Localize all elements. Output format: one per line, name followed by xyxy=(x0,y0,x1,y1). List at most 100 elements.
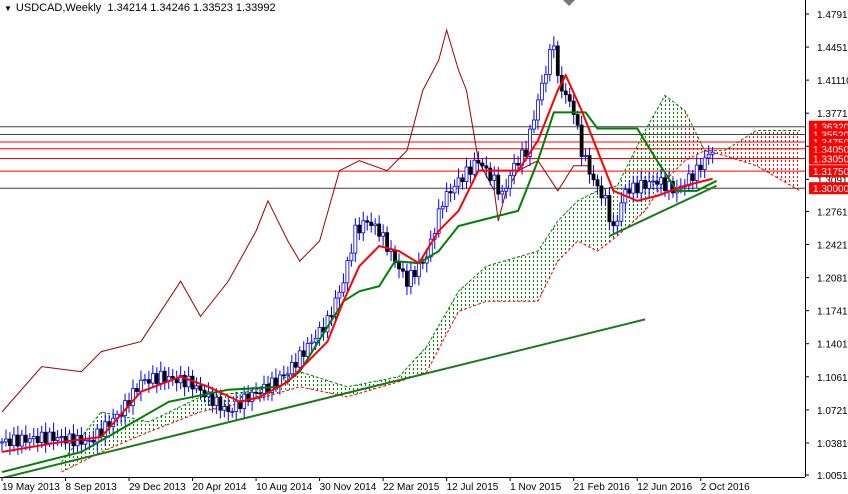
candle-body xyxy=(349,252,354,262)
price-tick-label: 1.41110 xyxy=(817,76,848,87)
candle-body xyxy=(55,436,60,441)
ichimoku-cloud-segment xyxy=(458,266,487,312)
candle-body xyxy=(289,362,294,375)
triangle-down-icon[interactable]: ▼ xyxy=(4,4,12,13)
time-tick-label: 1 Nov 2015 xyxy=(510,482,562,493)
candle-body xyxy=(47,431,52,444)
candle-body xyxy=(345,260,350,284)
candle-body xyxy=(690,173,695,181)
candle-body xyxy=(452,185,457,194)
candle-body xyxy=(194,385,199,390)
candle-body xyxy=(313,337,318,343)
candle-body xyxy=(702,157,707,171)
candle-body xyxy=(397,262,401,270)
time-tick-label: 12 Jun 2016 xyxy=(637,482,692,493)
candle-body xyxy=(27,438,32,443)
candle-body xyxy=(655,180,659,185)
candle-body xyxy=(547,49,552,75)
candle-body xyxy=(405,270,409,287)
candle-body xyxy=(222,406,227,411)
candle-body xyxy=(277,374,282,386)
plot-area xyxy=(0,28,805,477)
candle-body xyxy=(639,180,644,194)
candle-body xyxy=(146,379,151,384)
price-tick-label: 1.07210 xyxy=(817,406,848,417)
candle-body xyxy=(611,221,616,227)
candle-body xyxy=(59,436,64,438)
candle-body xyxy=(369,221,374,227)
price-tick-label: 1.10610 xyxy=(817,373,848,384)
time-tick-label: 2 Oct 2016 xyxy=(701,482,750,493)
candle-body xyxy=(190,375,195,390)
candle-body xyxy=(337,291,342,299)
candle-body xyxy=(373,223,378,227)
candle-body xyxy=(456,177,461,187)
candle-body xyxy=(460,177,465,182)
candle-body xyxy=(401,268,405,272)
candle-body xyxy=(635,182,640,194)
candle-body xyxy=(591,173,596,181)
candle-body xyxy=(91,439,96,443)
candle-body xyxy=(258,392,262,395)
candle-body xyxy=(480,162,485,167)
candle-body xyxy=(536,99,540,121)
level-price-label: 1.31750 xyxy=(813,167,848,178)
scroll-marker-icon xyxy=(563,0,575,6)
time-tick-label: 20 Apr 2014 xyxy=(193,482,247,493)
candle-body xyxy=(663,177,667,192)
candle-body xyxy=(39,431,44,443)
candle-body xyxy=(15,434,20,447)
price-tick-label: 1.20810 xyxy=(817,274,848,285)
candle-body xyxy=(158,370,163,384)
price-chart[interactable]: 1.479101.445101.411101.377101.343101.309… xyxy=(0,0,848,494)
level-price-label: 1.30000 xyxy=(813,184,848,195)
candle-body xyxy=(496,174,501,195)
price-tick-label: 1.27610 xyxy=(817,207,848,218)
candle-body xyxy=(226,406,231,413)
candle-body xyxy=(43,431,48,444)
candle-body xyxy=(150,373,155,384)
candle-body xyxy=(444,191,449,207)
candle-body xyxy=(186,375,191,388)
candle-body xyxy=(135,388,139,392)
candle-body xyxy=(579,124,584,157)
ichimoku-cloud-segment xyxy=(426,291,459,372)
candle-body xyxy=(468,166,473,175)
candle-body xyxy=(293,362,298,368)
candle-body xyxy=(575,114,580,126)
candle-body xyxy=(603,195,608,199)
candle-body xyxy=(706,153,711,159)
candle-body xyxy=(464,166,469,182)
candle-body xyxy=(12,434,16,447)
tenkan-sen-line xyxy=(1,72,713,453)
candle-body xyxy=(698,164,703,171)
candle-body xyxy=(409,270,413,287)
price-tick-label: 1.47910 xyxy=(817,10,848,21)
candle-body xyxy=(516,162,520,166)
candle-body xyxy=(508,175,513,189)
candle-body xyxy=(595,179,600,187)
candle-body xyxy=(361,220,366,234)
candle-body xyxy=(301,350,306,357)
time-tick-label: 30 Nov 2014 xyxy=(320,482,377,493)
candle-body xyxy=(567,94,572,102)
candle-body xyxy=(587,155,592,175)
price-tick-label: 1.03810 xyxy=(817,439,848,450)
candle-body xyxy=(472,159,477,175)
candle-body xyxy=(230,411,235,413)
candle-body xyxy=(377,223,382,237)
ichimoku-cloud-segment xyxy=(684,110,705,161)
price-tick-label: 1.37710 xyxy=(817,109,848,120)
time-tick-label: 12 Jul 2015 xyxy=(447,482,499,493)
candle-body xyxy=(95,428,100,443)
ichimoku-cloud-segment xyxy=(537,220,558,302)
candle-body xyxy=(532,119,536,130)
candle-body xyxy=(500,190,505,195)
candle-body xyxy=(540,82,544,101)
price-tick-label: 1.00510 xyxy=(817,471,848,482)
candle-body xyxy=(143,379,147,382)
candle-body xyxy=(563,90,568,96)
candle-body xyxy=(31,436,36,440)
chart-window[interactable]: ▼ USDCAD,Weekly 1.34214 1.34246 1.33523 1… xyxy=(0,0,848,494)
ichimoku-cloud-segment xyxy=(148,396,201,432)
